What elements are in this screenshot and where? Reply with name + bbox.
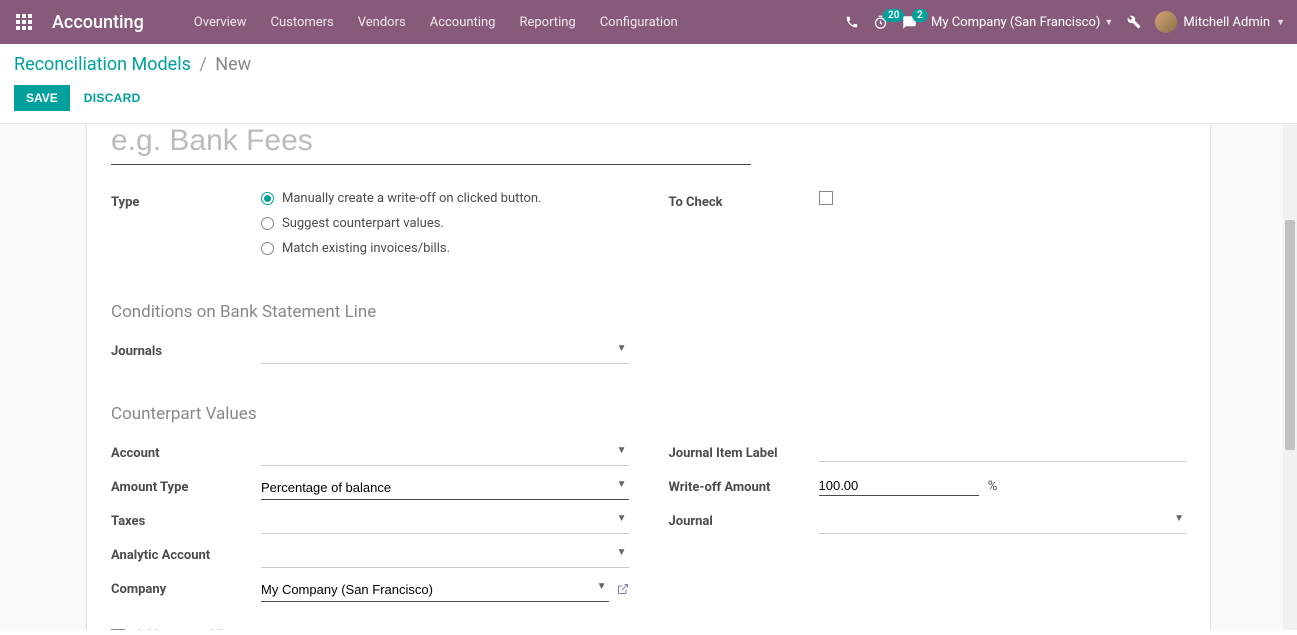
type-option-label: Manually create a write-off on clicked b…	[282, 191, 542, 206]
label-writeoff-amount: Write-off Amount	[669, 476, 819, 495]
breadcrumb-parent[interactable]: Reconciliation Models	[14, 54, 191, 75]
chevron-down-icon: ▼	[617, 547, 627, 558]
account-input[interactable]: ▼	[261, 442, 629, 466]
label-journals: Journals	[111, 340, 261, 359]
chevron-down-icon: ▼	[1276, 17, 1285, 28]
label-amount-type: Amount Type	[111, 476, 261, 495]
label-taxes: Taxes	[111, 510, 261, 529]
nav-configuration[interactable]: Configuration	[590, 7, 688, 38]
breadcrumb-sep: /	[199, 54, 206, 75]
nav-overview[interactable]: Overview	[184, 7, 257, 38]
company-input[interactable]: ▼	[261, 578, 609, 602]
type-option-match[interactable]: Match existing invoices/bills.	[261, 241, 629, 256]
form-viewport: Type Manually create a write-off on clic…	[0, 124, 1297, 630]
chevron-down-icon: ▼	[597, 581, 607, 592]
writeoff-unit: %	[988, 479, 998, 494]
company-switcher[interactable]: My Company (San Francisco) ▼	[931, 15, 1113, 30]
chevron-down-icon: ▼	[617, 513, 627, 524]
phone-icon[interactable]	[845, 15, 859, 29]
type-option-label: Suggest counterpart values.	[282, 216, 444, 231]
external-link-icon[interactable]	[617, 583, 629, 598]
avatar	[1155, 11, 1177, 33]
journal-item-label-input[interactable]	[819, 442, 1187, 462]
chevron-down-icon: ▼	[617, 445, 627, 456]
form-sheet: Type Manually create a write-off on clic…	[86, 124, 1211, 630]
user-name: Mitchell Admin	[1183, 15, 1270, 30]
timer-icon[interactable]: 20	[873, 15, 888, 30]
type-option-suggest[interactable]: Suggest counterpart values.	[261, 216, 629, 231]
radio-icon	[261, 192, 274, 205]
chevron-down-icon: ▼	[1104, 17, 1113, 28]
nav-customers[interactable]: Customers	[260, 7, 343, 38]
systray: 20 2 My Company (San Francisco) ▼ Mitche…	[845, 11, 1285, 33]
user-menu[interactable]: Mitchell Admin ▼	[1155, 11, 1285, 33]
name-input[interactable]	[111, 124, 751, 165]
chevron-down-icon: ▼	[617, 479, 627, 490]
chevron-down-icon: ▼	[1174, 513, 1184, 524]
label-journal: Journal	[669, 510, 819, 529]
save-button[interactable]: SAVE	[14, 85, 70, 111]
debug-icon[interactable]	[1127, 15, 1141, 29]
radio-icon	[261, 242, 274, 255]
radio-icon	[261, 217, 274, 230]
section-counterpart: Counterpart Values	[111, 404, 1186, 424]
vertical-scrollbar[interactable]	[1283, 124, 1297, 630]
nav-menu: Overview Customers Vendors Accounting Re…	[184, 7, 688, 38]
add-second-line-checkbox[interactable]	[111, 629, 125, 631]
journals-input[interactable]: ▼	[261, 340, 629, 364]
journal-input[interactable]: ▼	[819, 510, 1187, 534]
control-panel: Reconciliation Models / New SAVE DISCARD	[0, 44, 1297, 124]
discard-button[interactable]: DISCARD	[84, 91, 141, 105]
apps-icon[interactable]	[8, 6, 40, 38]
label-to-check: To Check	[669, 191, 819, 210]
label-analytic-account: Analytic Account	[111, 544, 261, 563]
label-journal-item-label: Journal Item Label	[669, 442, 819, 461]
breadcrumb: Reconciliation Models / New	[14, 54, 1283, 75]
label-add-second-line: Add a second line	[135, 628, 238, 630]
label-company: Company	[111, 578, 261, 597]
nav-reporting[interactable]: Reporting	[509, 7, 585, 38]
app-brand[interactable]: Accounting	[52, 12, 144, 33]
type-option-writeoff[interactable]: Manually create a write-off on clicked b…	[261, 191, 629, 206]
analytic-account-input[interactable]: ▼	[261, 544, 629, 568]
nav-accounting[interactable]: Accounting	[420, 7, 506, 38]
nav-vendors[interactable]: Vendors	[348, 7, 416, 38]
label-account: Account	[111, 442, 261, 461]
company-name: My Company (San Francisco)	[931, 15, 1100, 30]
scrollbar-thumb[interactable]	[1285, 220, 1295, 450]
top-navbar: Accounting Overview Customers Vendors Ac…	[0, 0, 1297, 44]
amount-type-select[interactable]: ▼	[261, 476, 629, 500]
chat-icon[interactable]: 2	[902, 15, 917, 30]
label-type: Type	[111, 191, 261, 210]
chat-badge: 2	[912, 9, 928, 22]
breadcrumb-current: New	[215, 54, 251, 75]
writeoff-amount-input[interactable]	[819, 476, 979, 496]
taxes-input[interactable]: ▼	[261, 510, 629, 534]
type-option-label: Match existing invoices/bills.	[282, 241, 450, 256]
section-conditions: Conditions on Bank Statement Line	[111, 302, 1186, 322]
chevron-down-icon: ▼	[617, 343, 627, 354]
to-check-checkbox[interactable]	[819, 191, 833, 205]
form-actions: SAVE DISCARD	[14, 85, 1283, 111]
